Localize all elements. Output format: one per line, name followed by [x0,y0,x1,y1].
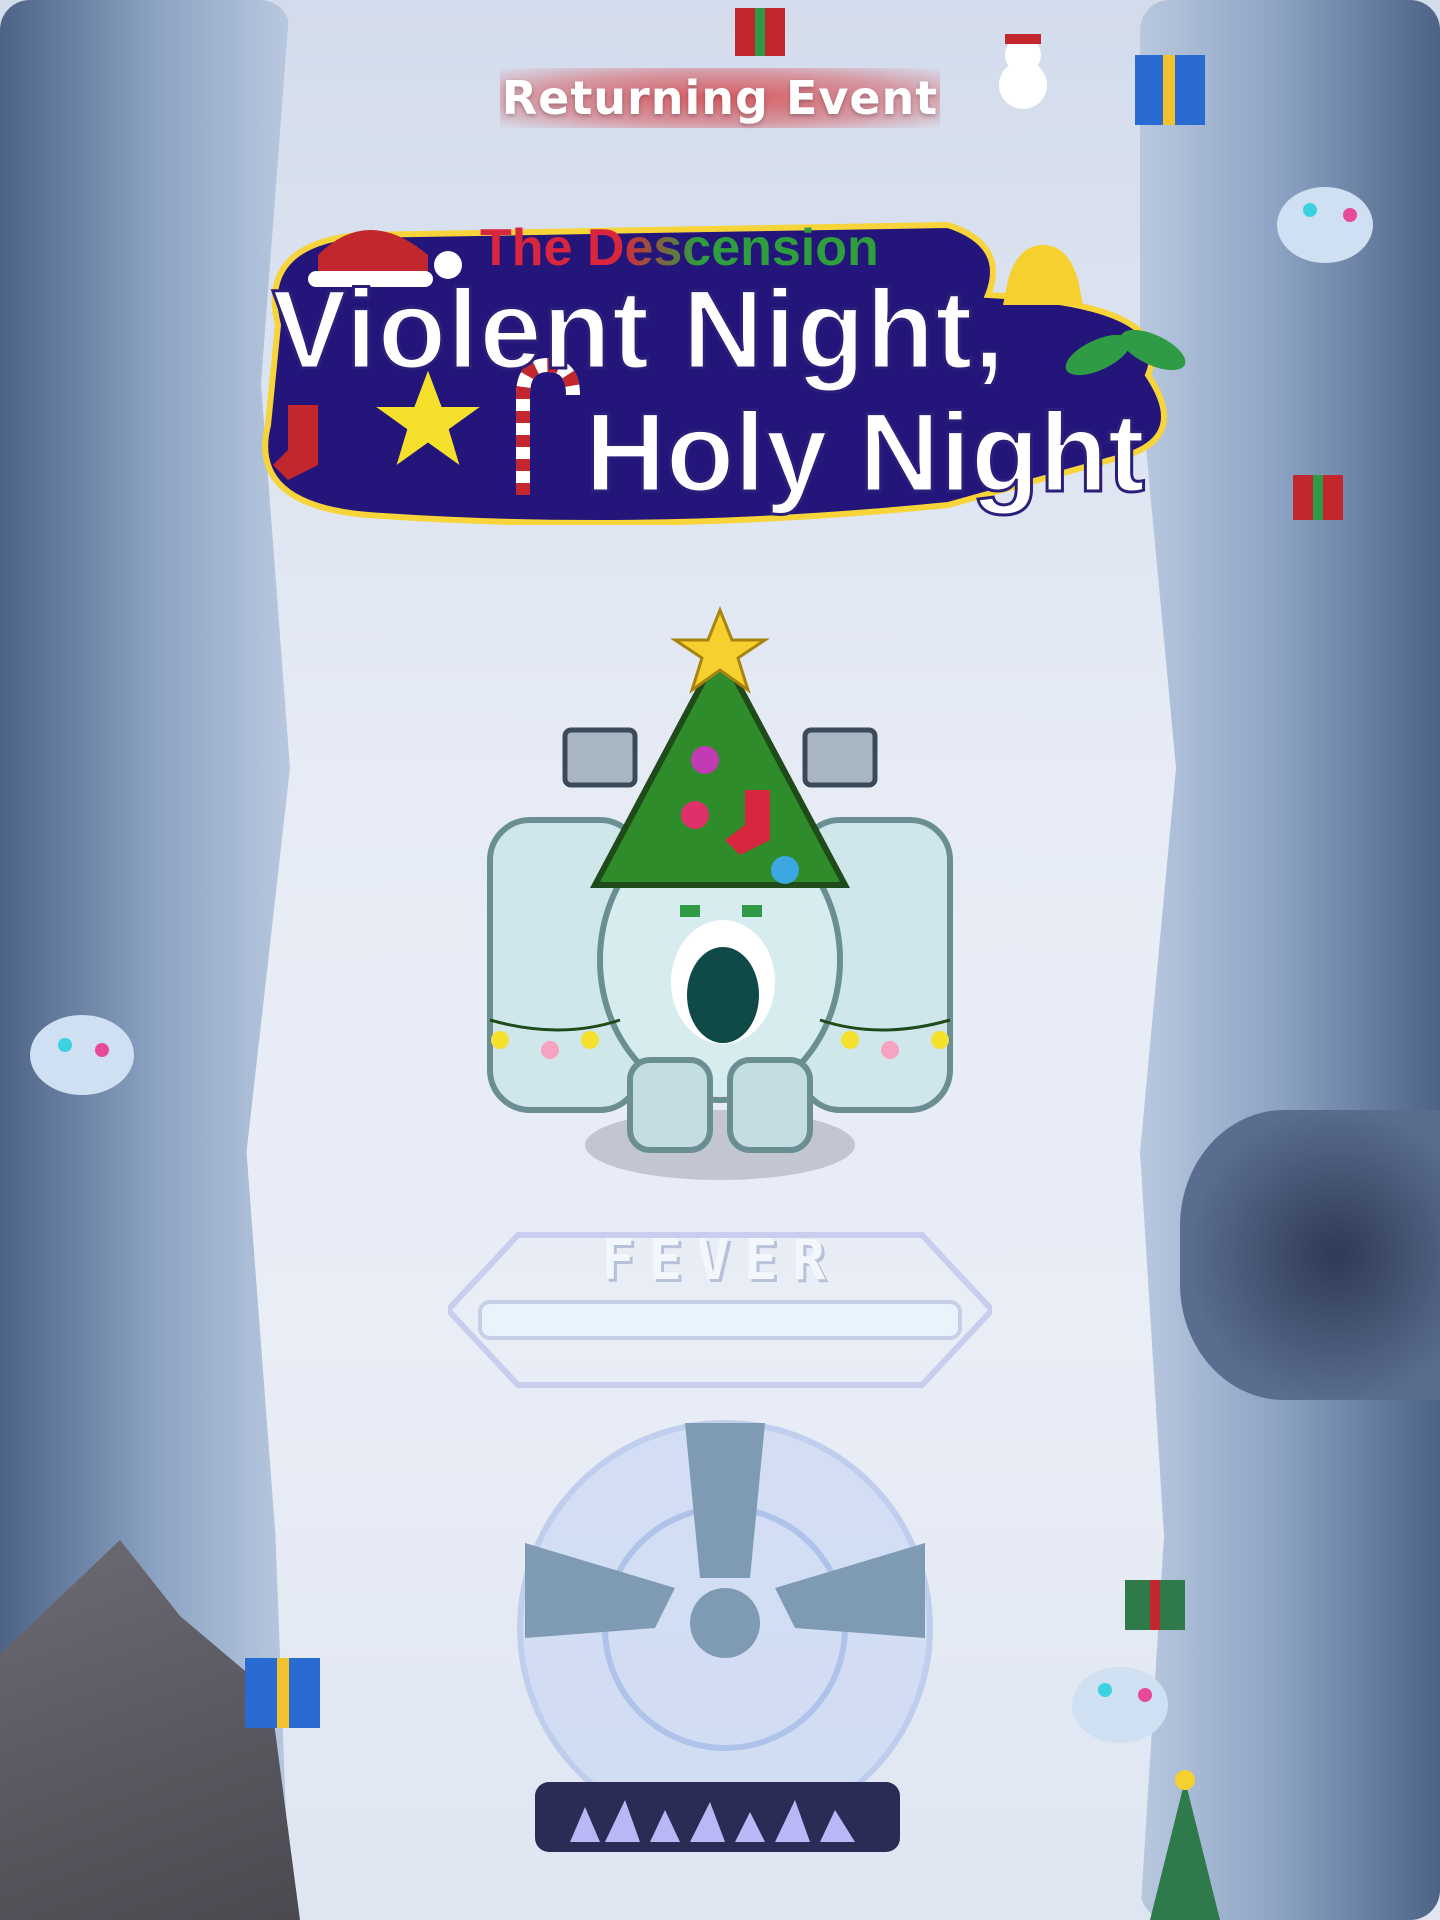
snow-bush-icon [30,1015,134,1095]
present-icon [1293,475,1343,520]
present-icon [735,8,785,56]
banner-text: Returning Event [501,71,939,125]
returning-event-banner: Returning Event [500,68,940,128]
crystal-charge-bar [535,1782,900,1852]
event-title-line1: Violent Night, [271,266,1007,394]
present-icon [245,1658,320,1728]
game-scene: Returning Event The Descension Violent N… [0,0,1440,1920]
attack-button[interactable] [515,1418,935,1838]
present-icon [1135,55,1205,125]
bell-icon [1003,245,1083,305]
yeti-christmas-tree-boss[interactable] [470,600,970,1200]
fever-bar [478,1300,962,1340]
snowman-icon [999,34,1047,109]
christmas-tree-icon [1150,1770,1220,1920]
fever-label: FEVER [600,1228,840,1293]
snow-bush-icon [1072,1667,1168,1743]
snow-bush-icon [1277,187,1373,263]
event-title-line2: Holy Night [584,389,1147,517]
present-icon [1125,1580,1185,1630]
